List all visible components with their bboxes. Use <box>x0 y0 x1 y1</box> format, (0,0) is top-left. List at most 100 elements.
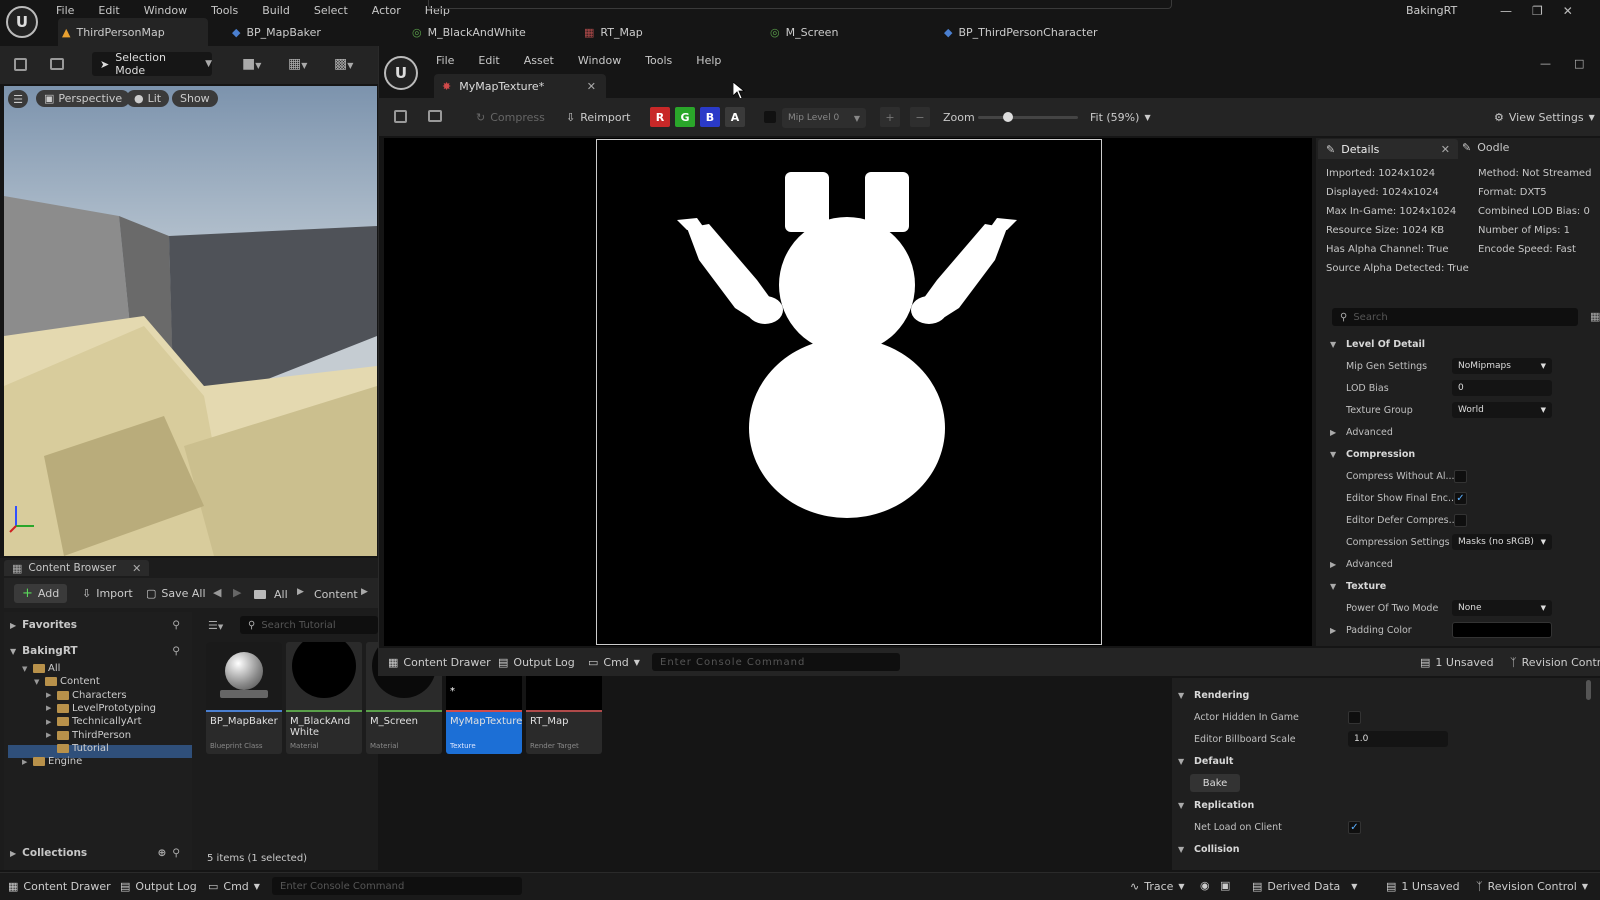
collapsed-caret-icon[interactable]: ▶ <box>22 758 30 766</box>
advanced-row[interactable]: ▶ Advanced <box>1324 421 1600 443</box>
trace-button[interactable]: ∿ Trace ▼ <box>1130 880 1185 893</box>
tab-close-icon[interactable]: ✕ <box>132 562 141 575</box>
command-search-bar[interactable] <box>428 0 1172 9</box>
actor-hidden-checkbox[interactable] <box>1348 710 1361 724</box>
section-replication[interactable]: ▼ Replication <box>1172 794 1448 816</box>
power-of-two-dropdown[interactable]: None ▼ <box>1452 600 1552 616</box>
menu-actor[interactable]: Actor <box>360 4 413 17</box>
level-viewport[interactable] <box>4 86 377 556</box>
table-view-icon[interactable]: ▦ <box>1590 310 1600 323</box>
search-icon[interactable]: ⚲ <box>172 847 180 859</box>
back-icon[interactable]: ◀ <box>213 586 221 599</box>
tab-close-icon[interactable]: ✕ <box>1441 143 1450 156</box>
close-icon[interactable]: ✕ <box>1563 4 1573 18</box>
record-icon[interactable]: ◉ <box>1200 879 1210 892</box>
tab-bp-mapbaker[interactable]: ◆ BP_MapBaker <box>232 18 382 46</box>
mip-gen-dropdown[interactable]: NoMipmaps ▼ <box>1452 358 1552 374</box>
editor-menu-asset[interactable]: Asset <box>512 54 566 67</box>
expanded-caret-icon[interactable]: ▼ <box>34 678 42 686</box>
editor-menu-tools[interactable]: Tools <box>633 54 684 67</box>
tab-close-icon[interactable]: ✕ <box>587 80 596 93</box>
tree-item-tutorial[interactable]: Tutorial <box>46 742 109 755</box>
advanced-row[interactable]: ▶ Advanced <box>1324 553 1600 575</box>
tab-bp-thirdpersoncharacter[interactable]: ◆ BP_ThirdPersonCharacter <box>944 18 1144 46</box>
tab-rt-map[interactable]: ▦ RT_Map <box>584 18 734 46</box>
tab-m-blackandwhite[interactable]: ◎ M_BlackAndWhite <box>412 18 562 46</box>
tree-item-levelprototyping[interactable]: ▶ LevelPrototyping <box>46 702 156 715</box>
status-content-drawer-button[interactable]: ▦ Content Drawer <box>8 880 111 893</box>
tree-item-content[interactable]: ▼ Content <box>34 675 100 688</box>
editor-menu-window[interactable]: Window <box>566 54 633 67</box>
oodle-tab[interactable]: ✎ Oodle <box>1462 141 1509 154</box>
section-compression[interactable]: ▼ Compression <box>1324 443 1600 465</box>
collapsed-caret-icon[interactable]: ▶ <box>46 691 54 699</box>
texture-preview[interactable] <box>596 139 1102 645</box>
forward-icon[interactable]: ▶ <box>233 586 241 599</box>
browse-icon[interactable] <box>50 58 64 70</box>
save-icon[interactable] <box>394 110 407 123</box>
collapsed-caret-icon[interactable]: ▶ <box>46 704 54 712</box>
cmd-dropdown[interactable]: ▭ Cmd ▼ <box>588 656 640 669</box>
compress-button[interactable]: ↻ Compress <box>476 111 545 124</box>
net-load-checkbox[interactable]: ✓ <box>1348 820 1361 834</box>
view-settings-button[interactable]: ⚙ View Settings ▼ <box>1494 111 1595 124</box>
menu-edit[interactable]: Edit <box>86 4 131 17</box>
collections-header[interactable]: ▶ Collections ⊕ ⚲ <box>10 847 190 859</box>
path-all[interactable]: All <box>274 588 288 601</box>
cinematics-icon[interactable]: ▩▼ <box>334 56 353 72</box>
channel-g-toggle[interactable]: G <box>675 107 695 127</box>
blueprint-menu-icon[interactable]: ▦▼ <box>288 56 307 72</box>
details-scrollbar[interactable] <box>1586 680 1591 700</box>
channel-a-toggle[interactable]: A <box>725 107 745 127</box>
status-console-input[interactable]: Enter Console Command <box>272 877 522 895</box>
viewport-options-button[interactable]: ☰ <box>8 90 28 108</box>
compress-without-alpha-checkbox[interactable] <box>1454 469 1467 483</box>
menu-window[interactable]: Window <box>132 4 199 17</box>
restore-icon[interactable]: ❐ <box>1532 4 1543 18</box>
tab-m-screen[interactable]: ◎ M_Screen <box>770 18 910 46</box>
tree-item-all[interactable]: ▼ All <box>22 662 60 675</box>
status-revision-control-button[interactable]: ᛉ Revision Control ▼ <box>1476 880 1588 893</box>
revision-control-button[interactable]: ᛉ Revision Control <box>1510 656 1600 669</box>
maximize-icon[interactable]: □ <box>1574 57 1584 70</box>
asset-tile[interactable]: BP_MapBaker Blueprint Class <box>206 642 282 754</box>
texture-editor-logo[interactable]: U <box>384 56 418 90</box>
tree-item-engine[interactable]: ▶ Engine <box>22 755 82 768</box>
menu-file[interactable]: File <box>44 4 86 17</box>
section-default[interactable]: ▼ Default <box>1172 750 1448 772</box>
browse-icon[interactable] <box>428 110 442 122</box>
menu-select[interactable]: Select <box>302 4 360 17</box>
import-button[interactable]: ⇩ Import <box>82 587 133 600</box>
add-collection-icon[interactable]: ⊕ <box>157 847 166 859</box>
output-log-button[interactable]: ▤ Output Log <box>498 656 575 669</box>
plus-icon[interactable]: + <box>880 107 900 127</box>
add-actor-icon[interactable]: ■▼ <box>242 56 261 72</box>
zoom-slider[interactable] <box>978 112 1078 122</box>
minimize-icon[interactable]: — <box>1540 57 1551 70</box>
search-icon[interactable]: ⚲ <box>172 619 180 631</box>
unsaved-button[interactable]: ▤ 1 Unsaved <box>1420 656 1494 669</box>
perspective-button[interactable]: ▣ Perspective <box>36 90 131 107</box>
filter-icon[interactable]: ☰▼ <box>208 619 223 632</box>
tree-item-technicallyart[interactable]: ▶ TechnicallyArt <box>46 715 142 728</box>
content-drawer-button[interactable]: ▦ Content Drawer <box>388 656 491 669</box>
favorites-header[interactable]: ▶ Favorites ⚲ <box>10 619 190 631</box>
asset-search-input[interactable]: ⚲ Search Tutorial <box>240 616 378 634</box>
billboard-scale-input[interactable]: 1.0 <box>1348 731 1448 747</box>
bake-button[interactable]: Bake <box>1190 774 1240 792</box>
texture-editor-tab[interactable]: ✸ MyMapTexture* ✕ <box>434 74 606 98</box>
reimport-button[interactable]: ⇩ Reimport <box>566 111 630 124</box>
collapsed-caret-icon[interactable]: ▶ <box>46 718 54 726</box>
expanded-caret-icon[interactable]: ▼ <box>22 665 30 673</box>
section-texture[interactable]: ▼ Texture <box>1324 575 1600 597</box>
path-content[interactable]: Content <box>314 588 358 601</box>
section-level-of-detail[interactable]: ▼ Level Of Detail <box>1324 333 1600 355</box>
save-icon[interactable] <box>14 58 27 71</box>
status-cmd-dropdown[interactable]: ▭ Cmd ▼ <box>208 880 260 893</box>
checkerboard-toggle[interactable] <box>764 111 776 123</box>
section-collision[interactable]: ▼ Collision <box>1172 838 1448 860</box>
save-all-button[interactable]: ▢ Save All <box>146 587 206 600</box>
menu-build[interactable]: Build <box>250 4 302 17</box>
asset-tile[interactable]: M_BlackAnd White Material <box>286 642 362 754</box>
search-icon[interactable]: ⚲ <box>172 645 180 657</box>
